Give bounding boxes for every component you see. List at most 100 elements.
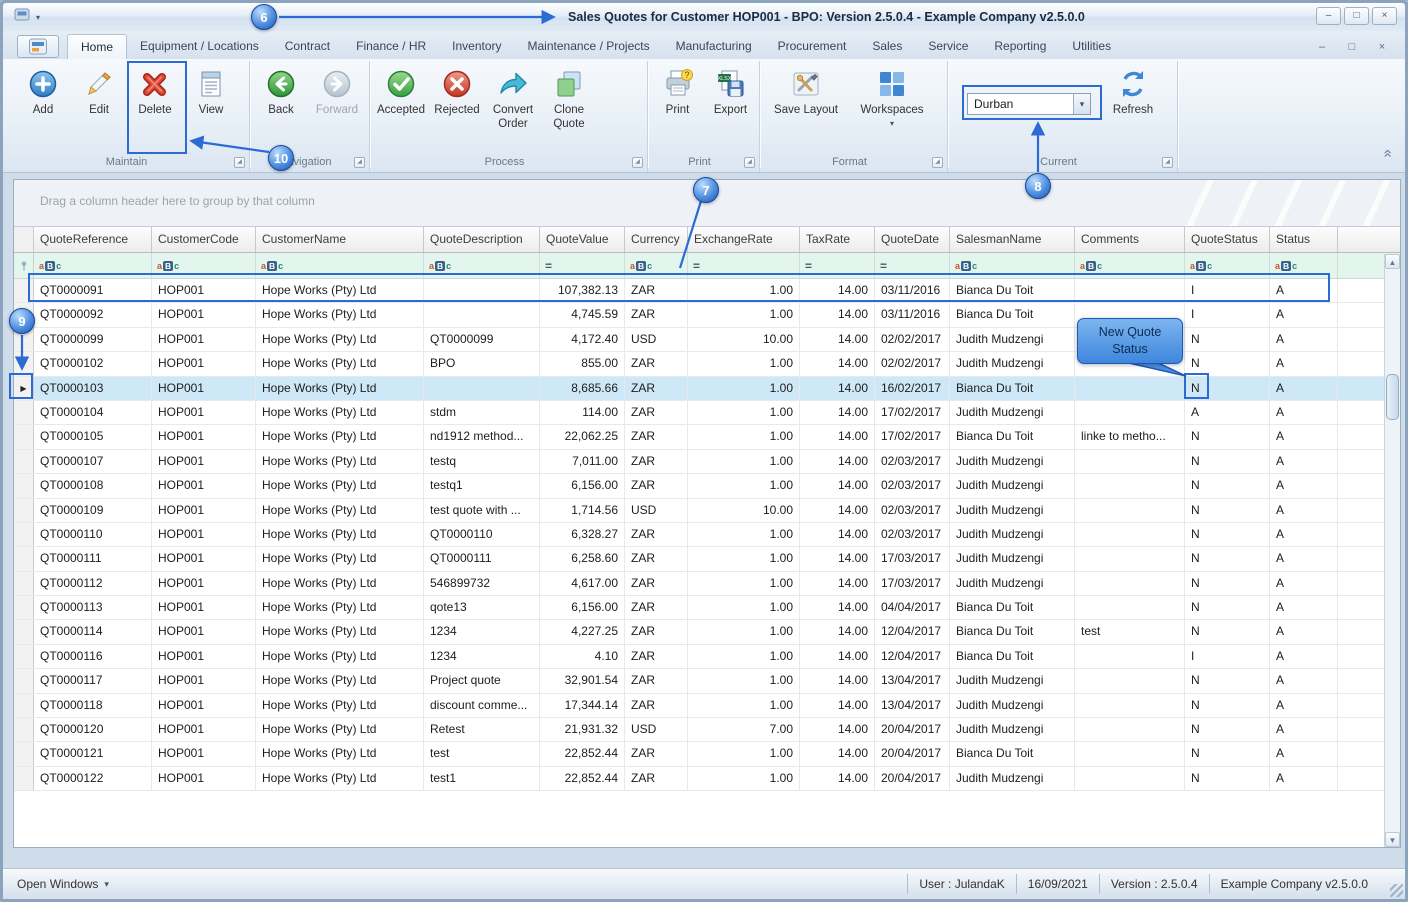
cell-status[interactable]: A (1270, 499, 1338, 522)
cell-quotedate[interactable]: 20/04/2017 (875, 767, 950, 790)
cell-quotedescription[interactable] (424, 377, 540, 400)
cell-taxrate[interactable]: 14.00 (800, 694, 875, 717)
cell-comments[interactable] (1075, 596, 1185, 619)
cell-comments[interactable] (1075, 572, 1185, 595)
cell-salesmanname[interactable]: Bianca Du Toit (950, 279, 1075, 302)
cell-customername[interactable]: Hope Works (Pty) Ltd (256, 572, 424, 595)
table-row[interactable]: QT0000091HOP001Hope Works (Pty) Ltd107,3… (14, 279, 1400, 303)
cell-comments[interactable] (1075, 694, 1185, 717)
cell-comments[interactable]: linke to metho... (1075, 425, 1185, 448)
cell-customercode[interactable]: HOP001 (152, 523, 256, 546)
cell-customername[interactable]: Hope Works (Pty) Ltd (256, 742, 424, 765)
cell-customername[interactable]: Hope Works (Pty) Ltd (256, 279, 424, 302)
cell-quotestatus[interactable]: N (1185, 425, 1270, 448)
cell-quotevalue[interactable]: 114.00 (540, 401, 625, 424)
cell-quotereference[interactable]: QT0000112 (34, 572, 152, 595)
column-header-quotereference[interactable]: QuoteReference (34, 227, 152, 252)
cell-quotedescription[interactable]: QT0000099 (424, 328, 540, 351)
cell-quotevalue[interactable]: 4,227.25 (540, 620, 625, 643)
cell-salesmanname[interactable]: Bianca Du Toit (950, 596, 1075, 619)
table-row[interactable]: QT0000111HOP001Hope Works (Pty) LtdQT000… (14, 547, 1400, 571)
cell-status[interactable]: A (1270, 694, 1338, 717)
cell-status[interactable]: A (1270, 474, 1338, 497)
cell-quotedate[interactable]: 02/03/2017 (875, 450, 950, 473)
ribbon-collapse-icon[interactable]: » (1378, 149, 1395, 157)
refresh-button[interactable]: Refresh (1105, 63, 1161, 149)
cell-quotestatus[interactable]: N (1185, 596, 1270, 619)
cell-quotestatus[interactable]: N (1185, 474, 1270, 497)
cell-status[interactable]: A (1270, 596, 1338, 619)
cell-quotestatus[interactable]: N (1185, 620, 1270, 643)
cell-exchangerate[interactable]: 1.00 (688, 279, 800, 302)
filter-cell-currency[interactable]: aBc (625, 253, 688, 278)
cell-currency[interactable]: ZAR (625, 694, 688, 717)
cell-customercode[interactable]: HOP001 (152, 718, 256, 741)
cell-exchangerate[interactable]: 1.00 (688, 694, 800, 717)
cell-customername[interactable]: Hope Works (Pty) Ltd (256, 620, 424, 643)
cell-quotedescription[interactable]: QT0000110 (424, 523, 540, 546)
cell-quotevalue[interactable]: 4,745.59 (540, 303, 625, 326)
cell-quotestatus[interactable]: N (1185, 547, 1270, 570)
cell-taxrate[interactable]: 14.00 (800, 718, 875, 741)
cell-exchangerate[interactable]: 1.00 (688, 377, 800, 400)
cell-customername[interactable]: Hope Works (Pty) Ltd (256, 694, 424, 717)
filter-cell-quotestatus[interactable]: aBc (1185, 253, 1270, 278)
cell-quotedate[interactable]: 02/03/2017 (875, 474, 950, 497)
tab-home[interactable]: Home (67, 34, 127, 59)
filter-cell-salesmanname[interactable]: aBc (950, 253, 1075, 278)
cell-quotedescription[interactable]: test (424, 742, 540, 765)
cell-exchangerate[interactable]: 10.00 (688, 328, 800, 351)
column-header-quotestatus[interactable]: QuoteStatus (1185, 227, 1270, 252)
cell-quotevalue[interactable]: 4.10 (540, 645, 625, 668)
cell-quotereference[interactable]: QT0000105 (34, 425, 152, 448)
cell-quotestatus[interactable]: N (1185, 742, 1270, 765)
dialog-launcher-icon[interactable]: ◢ (234, 157, 245, 168)
cell-customercode[interactable]: HOP001 (152, 352, 256, 375)
cell-customername[interactable]: Hope Works (Pty) Ltd (256, 547, 424, 570)
column-header-comments[interactable]: Comments (1075, 227, 1185, 252)
cell-quotedate[interactable]: 13/04/2017 (875, 694, 950, 717)
cell-quotedescription[interactable] (424, 279, 540, 302)
cell-salesmanname[interactable]: Judith Mudzengi (950, 352, 1075, 375)
application-button[interactable] (17, 35, 59, 58)
cell-currency[interactable]: ZAR (625, 352, 688, 375)
cell-quotedate[interactable]: 02/03/2017 (875, 499, 950, 522)
cell-customercode[interactable]: HOP001 (152, 620, 256, 643)
cell-status[interactable]: A (1270, 303, 1338, 326)
cell-salesmanname[interactable]: Judith Mudzengi (950, 718, 1075, 741)
add-button[interactable]: Add (15, 63, 71, 149)
edit-button[interactable]: Edit (71, 63, 127, 149)
cell-quotedescription[interactable]: Retest (424, 718, 540, 741)
cell-customercode[interactable]: HOP001 (152, 474, 256, 497)
tab-utilities[interactable]: Utilities (1059, 34, 1124, 59)
cell-customercode[interactable]: HOP001 (152, 377, 256, 400)
cell-taxrate[interactable]: 14.00 (800, 352, 875, 375)
cell-status[interactable]: A (1270, 669, 1338, 692)
cell-customercode[interactable]: HOP001 (152, 669, 256, 692)
cell-currency[interactable]: ZAR (625, 401, 688, 424)
cell-comments[interactable] (1075, 645, 1185, 668)
column-header-customername[interactable]: CustomerName (256, 227, 424, 252)
cell-exchangerate[interactable]: 1.00 (688, 547, 800, 570)
cell-currency[interactable]: ZAR (625, 425, 688, 448)
cell-taxrate[interactable]: 14.00 (800, 279, 875, 302)
cell-status[interactable]: A (1270, 523, 1338, 546)
cell-currency[interactable]: ZAR (625, 742, 688, 765)
dialog-launcher-icon[interactable]: ◢ (354, 157, 365, 168)
table-row[interactable]: QT0000116HOP001Hope Works (Pty) Ltd12344… (14, 645, 1400, 669)
cell-customername[interactable]: Hope Works (Pty) Ltd (256, 669, 424, 692)
cell-currency[interactable]: ZAR (625, 645, 688, 668)
cell-salesmanname[interactable]: Bianca Du Toit (950, 377, 1075, 400)
cell-customername[interactable]: Hope Works (Pty) Ltd (256, 377, 424, 400)
cell-quotevalue[interactable]: 7,011.00 (540, 450, 625, 473)
cell-quotevalue[interactable]: 6,156.00 (540, 474, 625, 497)
cell-currency[interactable]: ZAR (625, 450, 688, 473)
cell-status[interactable]: A (1270, 767, 1338, 790)
filter-cell-quotedescription[interactable]: aBc (424, 253, 540, 278)
cell-customername[interactable]: Hope Works (Pty) Ltd (256, 645, 424, 668)
column-header-quotedescription[interactable]: QuoteDescription (424, 227, 540, 252)
clone-quote-button[interactable]: Clone Quote (541, 63, 597, 149)
cell-exchangerate[interactable]: 10.00 (688, 499, 800, 522)
cell-quotedate[interactable]: 13/04/2017 (875, 669, 950, 692)
cell-quotestatus[interactable]: N (1185, 572, 1270, 595)
